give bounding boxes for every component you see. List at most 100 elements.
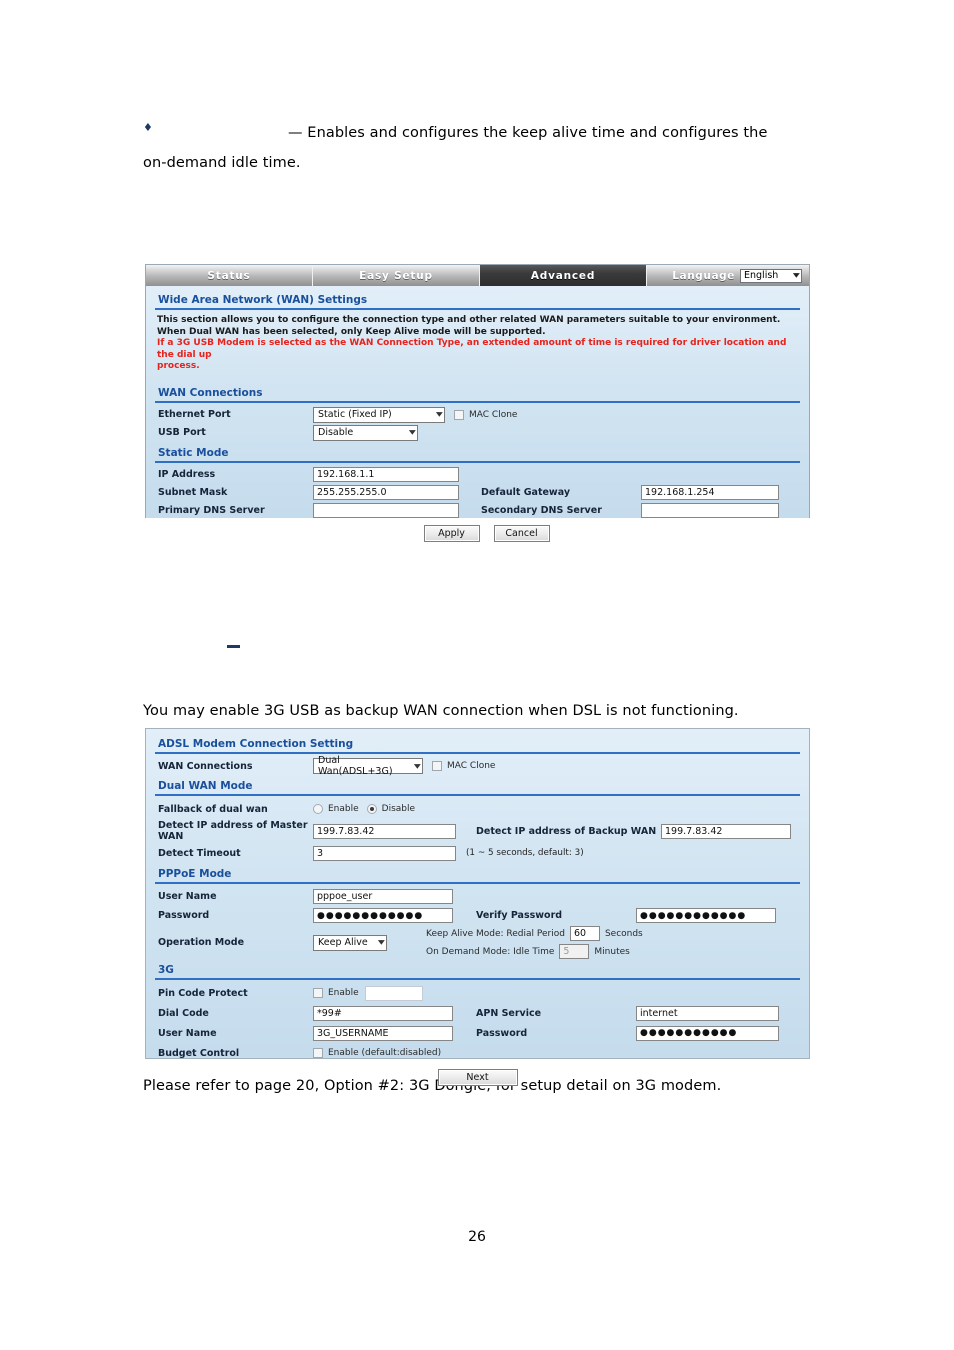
adsl-page-title: ADSL Modem Connection Setting: [155, 735, 800, 754]
wan-page-title: Wide Area Network (WAN) Settings: [155, 291, 800, 310]
row-keep-alive: Keep Alive Mode: Redial Period Seconds: [426, 926, 643, 941]
paragraph-3g-backup: You may enable 3G USB as backup WAN conn…: [143, 703, 739, 719]
row-operation-mode: Operation Mode Keep Alive ▼ Keep Alive M…: [155, 925, 800, 960]
pppoe-user-name-input[interactable]: [313, 889, 453, 904]
fallback-disable-label: Disable: [381, 804, 416, 814]
detect-backup-input[interactable]: [661, 823, 791, 839]
mac-clone-checkbox[interactable]: [454, 409, 464, 420]
next-button[interactable]: Next: [437, 1069, 518, 1086]
wan-connections-select[interactable]: Dual Wan(ADSL+3G) ▼: [313, 755, 423, 777]
secondary-dns-input[interactable]: [641, 503, 779, 518]
paragraph-keep-alive: — Enables and configures the keep alive …: [143, 118, 833, 178]
section-wan-connections: WAN Connections: [155, 384, 800, 403]
verify-password-input[interactable]: [636, 908, 776, 923]
row-pin-code-protect: Pin Code Protect Enable: [155, 983, 800, 1003]
operation-mode-select[interactable]: Keep Alive ▼: [313, 934, 387, 951]
ethernet-port-label: Ethernet Port: [158, 409, 231, 420]
page-number: 26: [468, 1229, 486, 1245]
ip-address-input[interactable]: [313, 467, 459, 482]
chevron-down-icon: ▼: [793, 272, 801, 279]
language-select[interactable]: English ▼: [740, 268, 802, 283]
wan-notice-line3: If a 3G USB Modem is selected as the WAN…: [157, 338, 787, 360]
tab-advanced[interactable]: Advanced: [480, 265, 647, 286]
detect-timeout-input[interactable]: [313, 845, 456, 861]
wan-connections-value: Dual Wan(ADSL+3G): [318, 755, 393, 777]
adsl-mac-clone-checkbox[interactable]: [432, 761, 442, 771]
subnet-mask-label: Subnet Mask: [158, 487, 228, 498]
row-dial-code: Dial Code APN Service: [155, 1003, 800, 1023]
g3-user-name-label: User Name: [158, 1027, 217, 1039]
on-demand-unit: Minutes: [594, 946, 630, 957]
detect-timeout-label: Detect Timeout: [158, 847, 241, 859]
g3-password-input[interactable]: [636, 1025, 779, 1041]
ethernet-port-value: Static (Fixed IP): [318, 409, 392, 420]
apn-service-label: APN Service: [476, 1007, 542, 1019]
pppoe-password-input[interactable]: [313, 908, 453, 923]
keep-alive-label: Keep Alive Mode: Redial Period: [426, 928, 565, 939]
section-dual-wan-mode: Dual WAN Mode: [155, 777, 800, 796]
g3-password-label: Password: [476, 1027, 528, 1039]
detect-master-label: Detect IP address of Master WAN: [158, 820, 308, 842]
row-subnet-mask: Subnet Mask Default Gateway: [155, 484, 800, 502]
dial-timing-group: Keep Alive Mode: Redial Period Seconds O…: [426, 926, 643, 959]
chevron-down-icon: ▼: [414, 762, 422, 770]
g3-user-name-input[interactable]: [313, 1025, 453, 1041]
primary-dns-input[interactable]: [313, 503, 459, 518]
keep-alive-redial-input[interactable]: [569, 926, 600, 941]
adsl-button-row: Next: [155, 1063, 800, 1090]
on-demand-idle-input[interactable]: [559, 944, 590, 959]
wan-panel: Wide Area Network (WAN) Settings This se…: [146, 286, 809, 542]
subnet-mask-input[interactable]: [313, 485, 459, 500]
keep-alive-unit: Seconds: [604, 928, 643, 939]
fallback-enable-label: Enable: [328, 804, 359, 814]
section-static-mode: Static Mode: [155, 444, 800, 463]
pin-code-protect-label: Pin Code Protect: [158, 987, 248, 999]
usb-port-label: USB Port: [158, 427, 206, 438]
fallback-enable-radio[interactable]: [313, 804, 323, 814]
fallback-disable-radio[interactable]: [366, 804, 377, 814]
dial-code-input[interactable]: [313, 1005, 453, 1021]
section-3g: 3G: [155, 961, 800, 980]
budget-control-checkbox[interactable]: [313, 1048, 323, 1058]
row-primary-dns: Primary DNS Server Secondary DNS Server: [155, 502, 800, 520]
tab-easy-setup-label: Easy Setup: [359, 269, 433, 282]
wan-button-row: Apply Cancel: [155, 520, 800, 546]
dial-code-label: Dial Code: [158, 1007, 209, 1019]
tab-status-label: Status: [207, 269, 251, 282]
budget-control-enable-label: Enable (default:disabled): [328, 1048, 442, 1058]
adsl-mac-clone-label: MAC Clone: [447, 761, 496, 771]
fallback-label: Fallback of dual wan: [158, 803, 268, 815]
wan-settings-screenshot: Status Easy Setup Advanced Language Engl…: [145, 264, 810, 542]
mac-clone-label: MAC Clone: [469, 409, 518, 420]
primary-dns-label: Primary DNS Server: [158, 505, 265, 516]
row-pppoe-user-name: User Name: [155, 887, 800, 906]
adsl-settings-screenshot: ADSL Modem Connection Setting WAN Connec…: [145, 728, 810, 1086]
secondary-dns-label: Secondary DNS Server: [481, 505, 602, 516]
pppoe-password-label: Password: [158, 910, 210, 921]
apply-button[interactable]: Apply: [423, 524, 480, 542]
pin-code-input[interactable]: [364, 985, 423, 1001]
language-area: Language English ▼: [647, 265, 809, 286]
detect-master-input[interactable]: [313, 823, 456, 839]
verify-password-label: Verify Password: [476, 910, 563, 921]
tab-status[interactable]: Status: [146, 265, 313, 286]
chevron-down-icon: ▼: [378, 939, 386, 946]
row-usb-port: USB Port Disable ▼: [155, 424, 800, 442]
wan-connections-label: WAN Connections: [158, 760, 253, 772]
wan-notice-line1: This section allows you to configure the…: [157, 315, 781, 325]
row-ethernet-port: Ethernet Port Static (Fixed IP) ▼ MAC Cl…: [155, 406, 800, 424]
pin-code-protect-checkbox[interactable]: [313, 988, 323, 998]
language-select-value: English: [744, 270, 779, 281]
row-wan-connections: WAN Connections Dual Wan(ADSL+3G) ▼ MAC …: [155, 755, 800, 777]
cancel-button[interactable]: Cancel: [493, 524, 550, 542]
wan-notice: This section allows you to configure the…: [155, 313, 800, 377]
tab-easy-setup[interactable]: Easy Setup: [313, 265, 480, 286]
wan-nav-bar: Status Easy Setup Advanced Language Engl…: [146, 265, 809, 286]
detect-timeout-hint: (1 ~ 5 seconds, default: 3): [466, 848, 584, 858]
apn-service-input[interactable]: [636, 1005, 779, 1021]
row-on-demand: On Demand Mode: Idle Time Minutes: [426, 944, 643, 959]
default-gateway-input[interactable]: [641, 485, 779, 500]
usb-port-select[interactable]: Disable ▼: [313, 424, 418, 441]
ethernet-port-select[interactable]: Static (Fixed IP) ▼: [313, 406, 445, 423]
ip-address-label: IP Address: [158, 469, 216, 480]
